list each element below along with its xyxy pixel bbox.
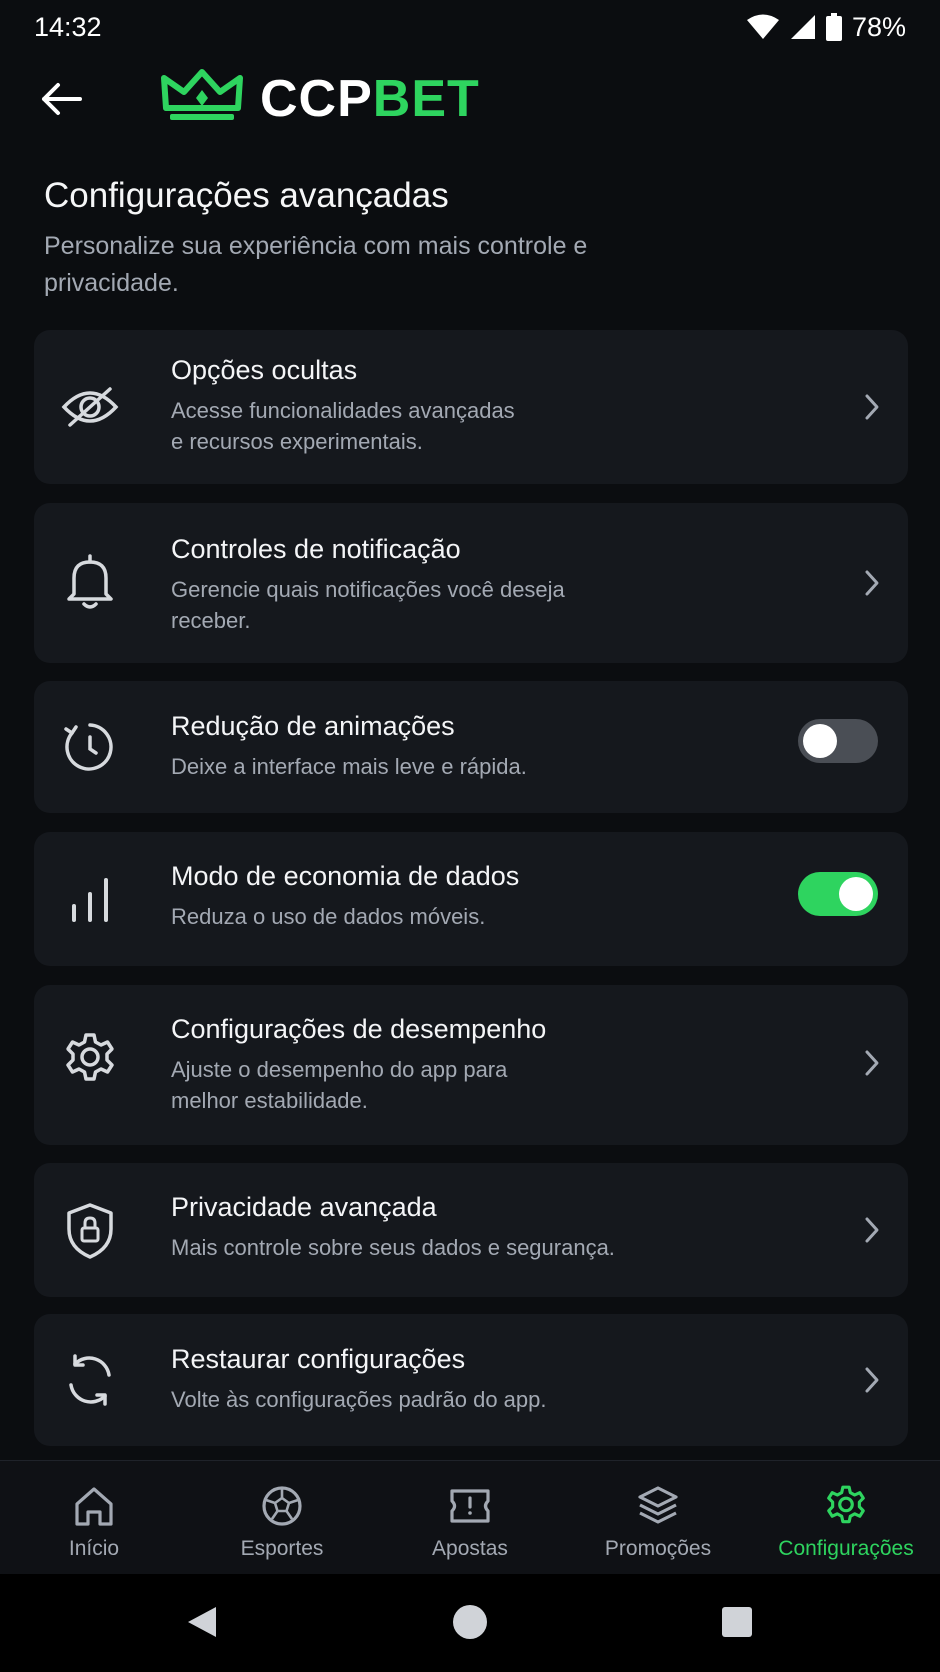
circle-home-icon <box>452 1604 488 1645</box>
triangle-back-icon <box>186 1605 218 1644</box>
setting-description: Reduza o uso de dados móveis. <box>171 904 486 929</box>
battery-icon <box>825 13 842 41</box>
battery-percent: 78% <box>851 11 906 42</box>
crown-icon <box>160 68 244 129</box>
nav-label: Esportes <box>240 1537 324 1560</box>
nav-item-inicio[interactable]: Início <box>0 1461 188 1575</box>
signal-bars-icon <box>58 868 122 932</box>
setting-title: Restaurar configurações <box>171 1344 466 1374</box>
setting-description: Deixe a interface mais leve e rápida. <box>171 754 527 779</box>
arrow-left-icon <box>40 82 82 121</box>
setting-title: Redução de animações <box>171 711 455 741</box>
setting-description-line2: e recursos experimentais. <box>171 429 423 454</box>
chevron-right-icon <box>858 1366 886 1394</box>
system-back-button[interactable] <box>182 1604 222 1644</box>
wifi-icon <box>746 14 780 40</box>
chevron-right-icon <box>858 569 886 597</box>
setting-description-line2: receber. <box>171 608 251 633</box>
setting-description-line1: Acesse funcionalidades avançadas <box>171 398 515 423</box>
setting-description: Volte às configurações padrão do app. <box>171 1387 547 1412</box>
soccer-ball-icon <box>252 1481 312 1531</box>
data-saver-toggle[interactable] <box>798 872 878 916</box>
brand-logo: CCPBET <box>160 68 480 129</box>
setting-description-line1: Gerencie quais notificações você deseja <box>171 577 565 602</box>
setting-advanced-privacy[interactable]: Privacidade avançada Mais controle sobre… <box>34 1163 908 1297</box>
nav-item-promocoes[interactable]: Promoções <box>564 1461 752 1575</box>
gear-icon <box>816 1481 876 1531</box>
shield-lock-icon <box>58 1199 122 1263</box>
brand-wordmark-primary: CCP <box>260 69 373 128</box>
nav-label: Início <box>68 1537 120 1560</box>
setting-description-line2: melhor estabilidade. <box>171 1088 368 1113</box>
status-time: 14:32 <box>34 11 102 42</box>
gear-icon <box>58 1027 122 1091</box>
layers-icon <box>628 1481 688 1531</box>
setting-description: Mais controle sobre seus dados e seguran… <box>171 1235 615 1260</box>
system-nav-bar <box>0 1574 940 1672</box>
toggle-knob <box>839 877 873 911</box>
cell-signal-icon <box>790 14 816 40</box>
setting-description-line1: Ajuste o desempenho do app para <box>171 1057 508 1082</box>
setting-restore-defaults[interactable]: Restaurar configurações Volte às configu… <box>34 1314 908 1446</box>
setting-data-saver: Modo de economia de dados Reduza o uso d… <box>34 832 908 966</box>
page-subtitle: Personalize sua experiência com mais con… <box>44 232 588 297</box>
toggle-knob <box>803 724 837 758</box>
system-home-button[interactable] <box>450 1604 490 1644</box>
chevron-right-icon <box>858 393 886 421</box>
bottom-nav: Início Esportes Apostas Promoções Config… <box>0 1460 940 1575</box>
eye-off-icon <box>58 375 122 439</box>
setting-performance[interactable]: Configurações de desempenho Ajuste o des… <box>34 985 908 1145</box>
brand-wordmark: CCPBET <box>260 73 480 125</box>
home-icon <box>64 1481 124 1531</box>
system-recents-button[interactable] <box>717 1604 757 1644</box>
status-bar: 14:32 78% <box>0 0 940 54</box>
setting-title: Opções ocultas <box>171 355 358 385</box>
setting-notification-controls[interactable]: Controles de notificação Gerencie quais … <box>34 503 908 663</box>
refresh-icon <box>58 1348 122 1412</box>
bell-icon <box>58 550 122 614</box>
ticket-icon <box>440 1481 500 1531</box>
back-button[interactable] <box>36 76 86 126</box>
chevron-right-icon <box>858 1049 886 1077</box>
setting-title: Controles de notificação <box>171 534 461 564</box>
timer-icon <box>58 715 122 779</box>
nav-item-apostas[interactable]: Apostas <box>376 1461 564 1575</box>
reduce-animations-toggle[interactable] <box>798 719 878 763</box>
setting-title: Configurações de desempenho <box>171 1014 547 1044</box>
chevron-right-icon <box>858 1216 886 1244</box>
nav-label: Configurações <box>778 1537 914 1560</box>
status-icons: 78% <box>746 12 906 43</box>
page-title: Configurações avançadas <box>44 176 449 215</box>
app-header: CCPBET <box>0 62 940 136</box>
setting-title: Modo de economia de dados <box>171 861 520 891</box>
square-recents-icon <box>721 1606 753 1643</box>
setting-reduce-animations: Redução de animações Deixe a interface m… <box>34 681 908 813</box>
setting-title: Privacidade avançada <box>171 1192 437 1222</box>
nav-label: Apostas <box>432 1537 508 1560</box>
brand-wordmark-accent: BET <box>372 69 480 128</box>
nav-item-esportes[interactable]: Esportes <box>188 1461 376 1575</box>
nav-item-configuracoes[interactable]: Configurações <box>752 1461 940 1575</box>
nav-label: Promoções <box>604 1537 712 1560</box>
setting-hidden-options[interactable]: Opções ocultas Acesse funcionalidades av… <box>34 330 908 484</box>
